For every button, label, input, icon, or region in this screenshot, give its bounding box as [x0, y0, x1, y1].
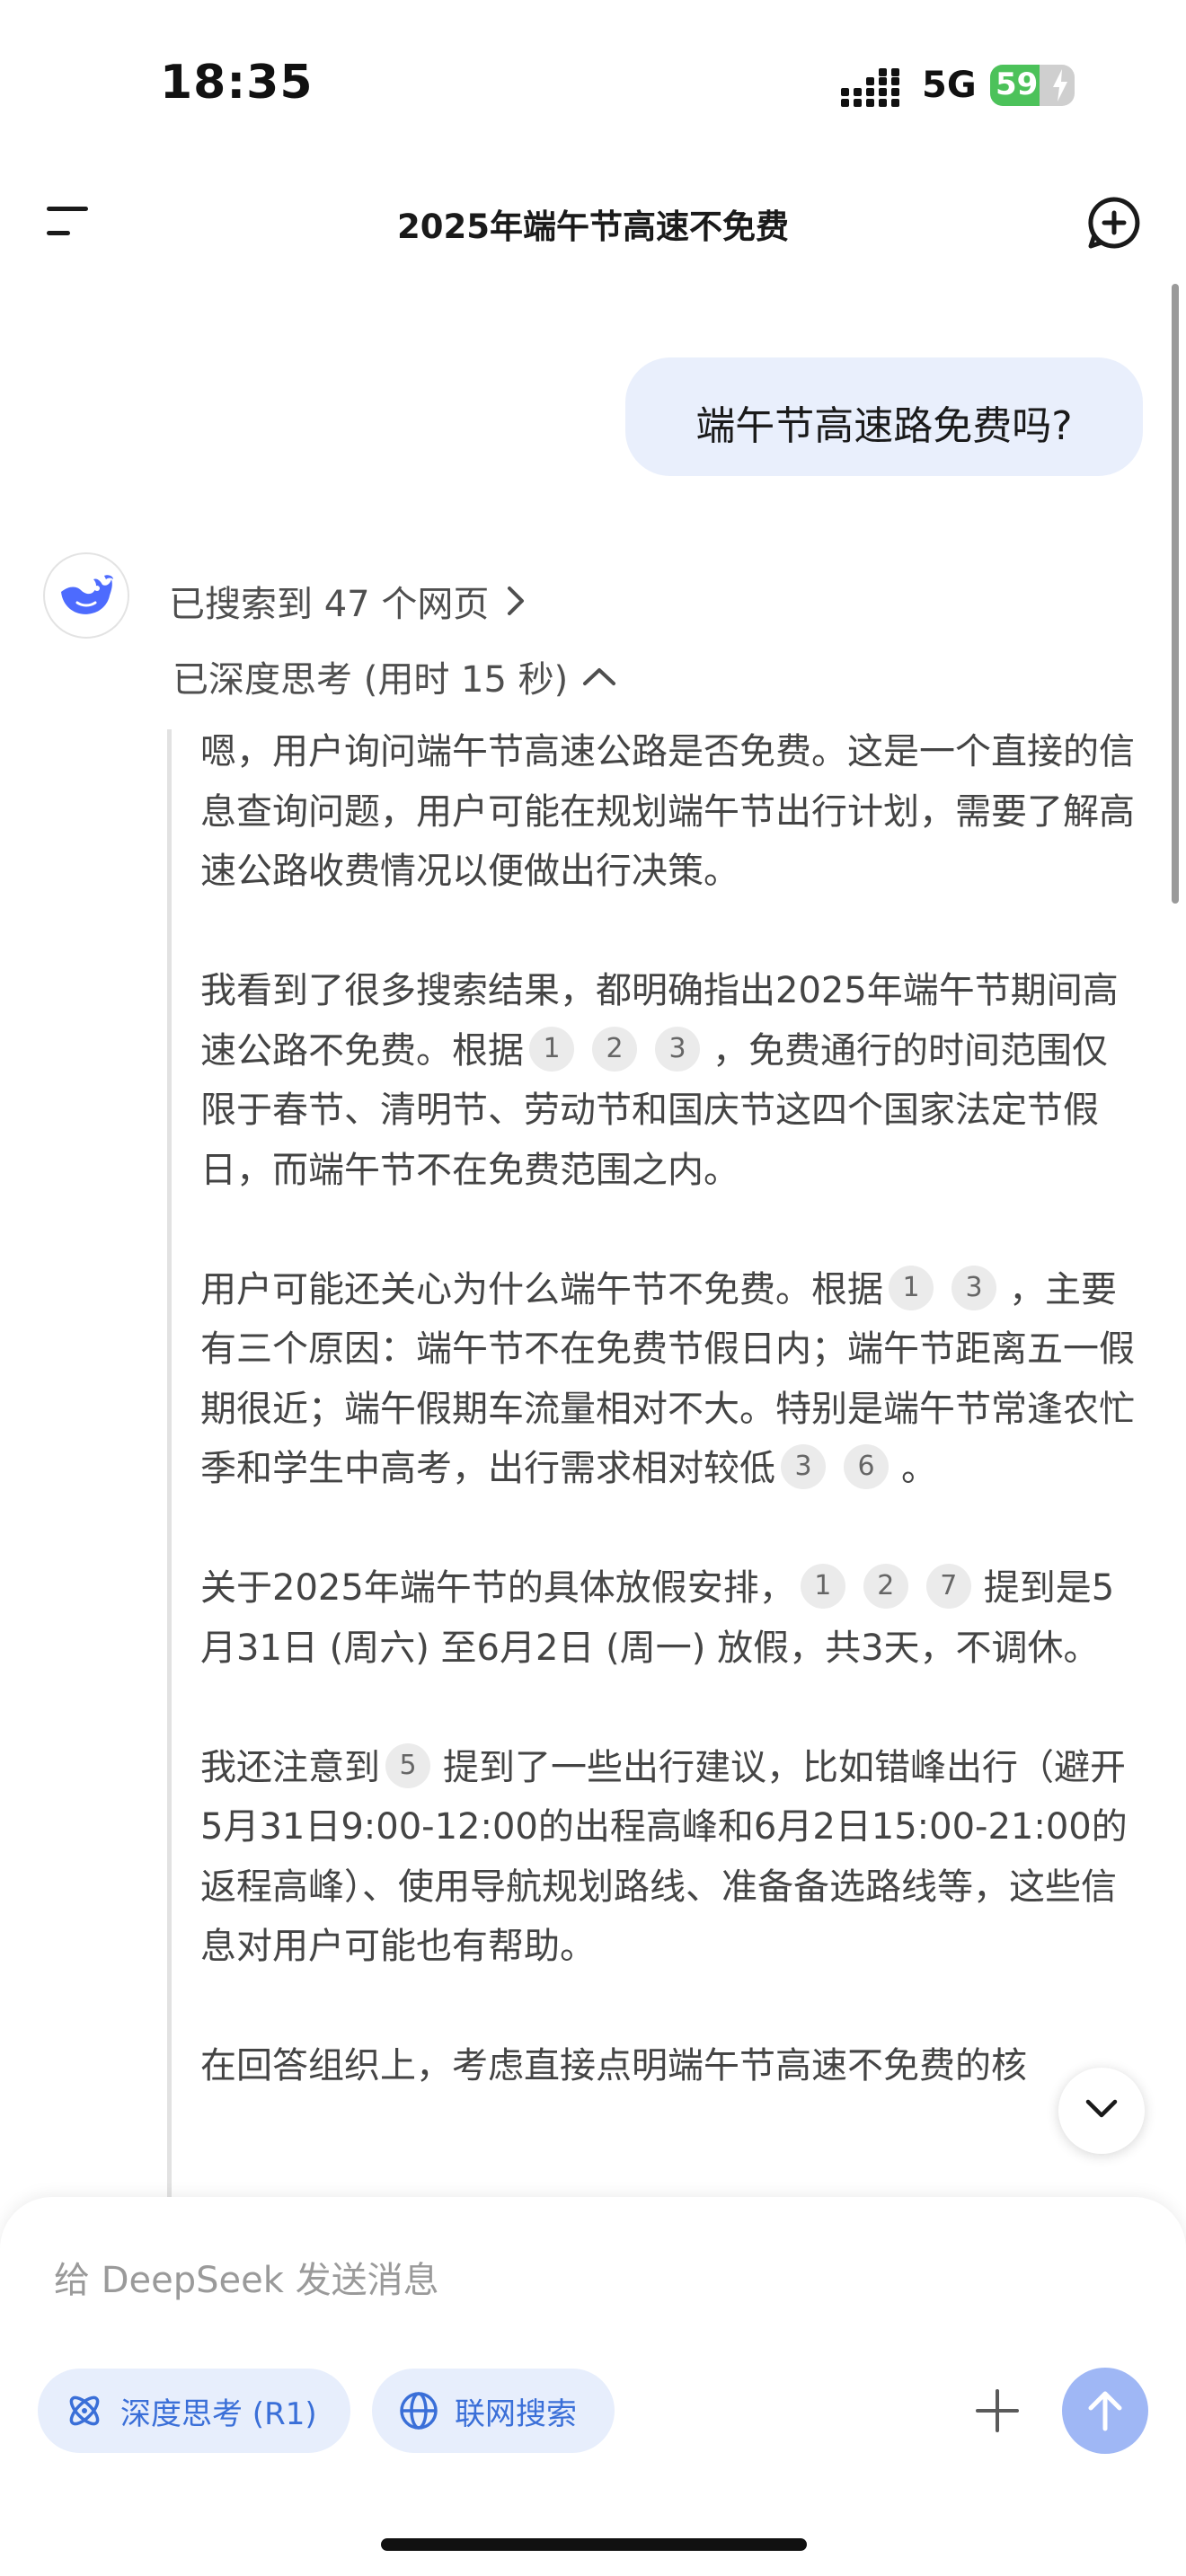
status-time: 18:35: [160, 56, 314, 110]
citation-badge[interactable]: 3: [951, 1265, 996, 1310]
menu-icon[interactable]: [45, 205, 92, 237]
scrollbar[interactable]: [1172, 284, 1179, 904]
thinking-quote-bar: [167, 729, 172, 2202]
send-button[interactable]: [1062, 2368, 1148, 2454]
citation-badge[interactable]: 1: [800, 1564, 845, 1609]
scroll-down-button[interactable]: [1058, 2068, 1145, 2154]
citation-badge[interactable]: 6: [844, 1444, 889, 1489]
home-indicator[interactable]: [381, 2538, 807, 2551]
citation-badge[interactable]: 2: [592, 1026, 637, 1072]
thinking-text: 关于2025年端午节的具体放假安排，: [200, 1567, 795, 1609]
thinking-text: 用户可能还关心为什么端午节不免费。根据: [200, 1268, 883, 1310]
deepseek-whale-icon: [61, 575, 113, 614]
citation-badge[interactable]: 2: [863, 1564, 908, 1609]
battery-percent: 59: [996, 66, 1039, 102]
thinking-text: 在回答组织上，考虑直接点明端午节高速不免费的核: [200, 2045, 1027, 2086]
new-chat-icon[interactable]: [1087, 196, 1141, 250]
deep-think-button[interactable]: 深度思考 (R1): [38, 2369, 350, 2453]
chevron-right-icon: [508, 587, 525, 615]
battery-bolt-icon: [1053, 69, 1067, 101]
citation-badge[interactable]: 3: [655, 1026, 700, 1072]
chevron-down-icon: [1085, 2099, 1118, 2118]
thinking-paragraph: 嗯，用户询问端午节高速公路是否免费。这是一个直接的信息查询问题，用户可能在规划端…: [200, 722, 1135, 902]
thinking-toggle[interactable]: 已深度思考 (用时 15 秒): [173, 650, 616, 702]
user-message-text: 端午节高速路免费吗?: [695, 403, 1073, 449]
web-search-button[interactable]: 联网搜索: [372, 2369, 615, 2453]
thinking-paragraph: 我还注意到 5 提到了一些出行建议，比如错峰出行（避开5月31日9:00-12:00…: [200, 1738, 1135, 1977]
message-input[interactable]: 给 DeepSeek 发送消息: [54, 2251, 439, 2303]
deep-think-label: 深度思考 (R1): [120, 2395, 317, 2432]
arrow-up-icon: [1088, 2391, 1122, 2431]
thinking-paragraph: 在回答组织上，考虑直接点明端午节高速不免费的核: [200, 2036, 1135, 2096]
thinking-text: 嗯，用户询问端午节高速公路是否免费。这是一个直接的信息查询问题，用户可能在规划端…: [200, 731, 1135, 892]
search-results-label: 已搜索到 47 个网页: [169, 584, 490, 625]
page-title: 2025年端午节高速不免费: [397, 207, 789, 246]
atom-icon: [69, 2395, 100, 2426]
thinking-text: 。: [901, 1448, 937, 1489]
plus-icon[interactable]: [976, 2389, 1019, 2432]
thinking-paragraph: 我看到了很多搜索结果，都明确指出2025年端午节期间高速公路不免费。根据 1 2 3，…: [200, 961, 1135, 1200]
chevron-up-icon: [583, 668, 616, 685]
citation-badge[interactable]: 7: [925, 1564, 971, 1609]
network-type: 5G: [922, 65, 977, 106]
assistant-avatar: [43, 552, 129, 639]
thinking-label: 已深度思考 (用时 15 秒): [173, 659, 569, 701]
citation-badge[interactable]: 1: [889, 1265, 934, 1310]
thinking-content: 嗯，用户询问端午节高速公路是否免费。这是一个直接的信息查询问题，用户可能在规划端…: [200, 722, 1135, 2156]
thinking-paragraph: 用户可能还关心为什么端午节不免费。根据 1 3 ，主要有三个原因：端午节不在免费节假日…: [200, 1260, 1135, 1499]
citation-badge[interactable]: 1: [529, 1026, 574, 1072]
signal-icon: [841, 68, 899, 107]
citation-badge[interactable]: 5: [385, 1742, 430, 1788]
citation-badge[interactable]: 3: [781, 1444, 826, 1489]
globe-icon: [400, 2392, 438, 2430]
thinking-paragraph: 关于2025年端午节的具体放假安排， 1 2 7 提到是5月31日 (周六) 至6月2日…: [200, 1558, 1135, 1678]
battery-indicator: 59: [990, 65, 1075, 106]
web-search-label: 联网搜索: [455, 2395, 577, 2432]
thinking-text: 我还注意到: [200, 1746, 380, 1788]
search-results-toggle[interactable]: 已搜索到 47 个网页: [169, 575, 525, 627]
